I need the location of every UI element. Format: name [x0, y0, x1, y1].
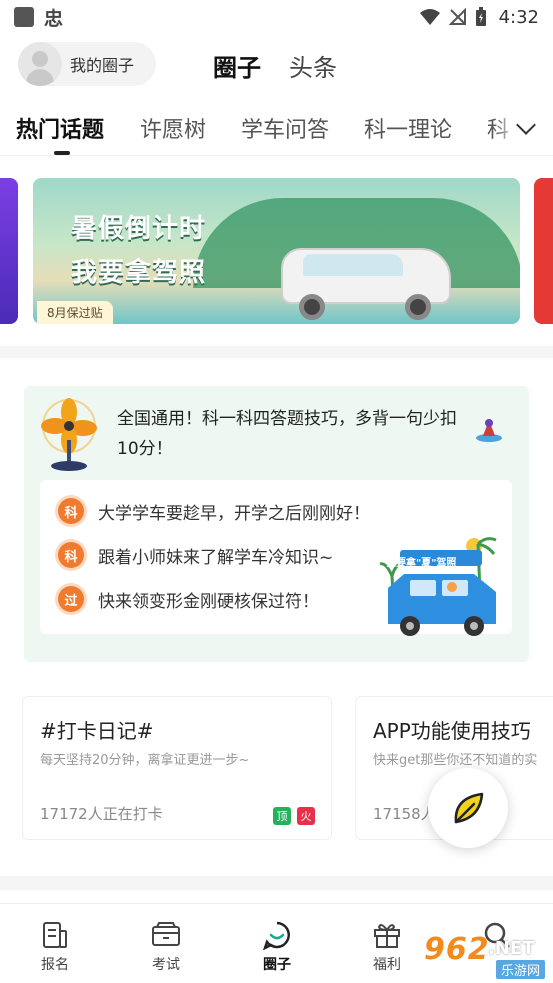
topic-count: 17158人: [373, 805, 436, 823]
car-window-art: [303, 254, 403, 276]
clock: 4:32: [498, 6, 539, 28]
tab-subject-one[interactable]: 科一理论: [364, 112, 452, 144]
category-tabs: 热门话题 许愿树 学车问答 科一理论 科: [0, 100, 553, 156]
promo-headline: 全国通用！科一科四答题技巧，多背一句少扣10分！: [117, 409, 457, 459]
exam-icon: [151, 920, 181, 950]
no-signal-icon: [448, 8, 466, 25]
gift-icon: [372, 920, 402, 950]
avatar: [18, 42, 62, 86]
topic-title: #打卡日记#: [40, 719, 154, 743]
banner-title-line1: 暑假倒计时: [71, 214, 207, 244]
tab-wish-tree[interactable]: 许愿树: [140, 112, 206, 144]
nav-circle[interactable]: 圈子: [242, 920, 312, 974]
car-wheel-art: [405, 294, 431, 320]
leaf-icon: [454, 792, 484, 824]
watermark-logo: 962 .NET 乐游网: [412, 932, 552, 980]
car-wheel-art: [299, 294, 325, 320]
tab-indicator: [54, 151, 70, 155]
promo-item-text: 跟着小师妹来了解学车冷知识~: [98, 547, 334, 568]
hot-badge: 火: [297, 807, 315, 825]
section-divider: [0, 876, 553, 890]
promo-item[interactable]: 过 快来领变形金刚硬核保过符！: [58, 586, 319, 612]
tab-driving-qa[interactable]: 学车问答: [241, 112, 329, 144]
battery-icon: [475, 7, 486, 26]
nav-label: 考试: [152, 957, 180, 973]
banner-tag: 8月保过贴: [37, 301, 113, 324]
van-sign-text: 我要拿"夏"驾照: [386, 558, 457, 569]
van-illustration: [379, 537, 497, 636]
my-circle-button[interactable]: 我的圈子: [18, 42, 156, 86]
section-divider: [0, 346, 553, 358]
promo-list: 科 大学学车要趁早，开学之后刚刚好！ 科 跟着小师妹来了解学车冷知识~ 过 快来…: [40, 480, 512, 636]
circle-icon: [262, 920, 292, 950]
nav-exam[interactable]: 考试: [131, 920, 201, 974]
topic-card-checkin[interactable]: #打卡日记# 每天坚持20分钟，离拿证更进一步~ 17172人正在打卡 顶 火: [22, 696, 332, 840]
banner-carousel[interactable]: 暑假倒计时 我要拿驾照 8月保过贴: [0, 160, 553, 340]
banner-slide[interactable]: 暑假倒计时 我要拿驾照 8月保过贴: [33, 178, 520, 324]
post-button[interactable]: [428, 768, 508, 848]
banner-title-line2: 我要拿驾照: [71, 258, 207, 288]
watermark-net: .NET: [488, 938, 535, 959]
promo-item-text: 大学学车要趁早，开学之后刚刚好！: [98, 503, 370, 524]
tab-headlines[interactable]: 头条: [289, 48, 337, 83]
topic-title: APP功能使用技巧: [373, 719, 531, 743]
header: 我的圈子 圈子 头条: [0, 38, 553, 92]
notification-glyph: 忠: [44, 7, 64, 30]
banner-next-slide[interactable]: [534, 178, 553, 324]
banner-prev-slide[interactable]: [0, 178, 18, 324]
pinned-badge: 顶: [273, 807, 291, 825]
watermark-subtitle: 乐游网: [496, 960, 546, 979]
topic-count: 17172人正在打卡: [40, 805, 163, 823]
status-bar: 忠 4:32: [0, 0, 553, 34]
signup-icon: [40, 920, 70, 950]
nav-label: 福利: [373, 957, 401, 973]
nav-label: 报名: [41, 957, 69, 973]
watermark-number: 962: [424, 932, 490, 967]
nav-signup[interactable]: 报名: [20, 920, 90, 974]
topic-subtitle: 每天坚持20分钟，离拿证更进一步~: [40, 753, 250, 768]
topic-subtitle: 快来get那些你还不知道的实: [373, 753, 538, 768]
nav-label: 圈子: [263, 957, 291, 973]
subject-badge: 科: [58, 498, 84, 524]
fan-icon: [41, 398, 97, 471]
my-circle-label: 我的圈子: [70, 56, 135, 75]
subject-badge: 科: [58, 542, 84, 568]
tab-hot-topics[interactable]: 热门话题: [16, 112, 104, 144]
pass-badge: 过: [58, 586, 84, 612]
promo-card[interactable]: 全国通用！科一科四答题技巧，多背一句少扣10分！ 科 大学学车要趁早，开学之后刚…: [24, 386, 529, 662]
mascot-icon: [476, 419, 502, 442]
tab-circle[interactable]: 圈子: [213, 48, 261, 83]
promo-item[interactable]: 科 大学学车要趁早，开学之后刚刚好！: [58, 498, 370, 524]
notification-app-icon: [14, 7, 34, 27]
promo-item-text: 快来领变形金刚硬核保过符！: [98, 591, 319, 612]
promo-item[interactable]: 科 跟着小师妹来了解学车冷知识~: [58, 542, 333, 568]
wifi-icon: [419, 9, 440, 25]
